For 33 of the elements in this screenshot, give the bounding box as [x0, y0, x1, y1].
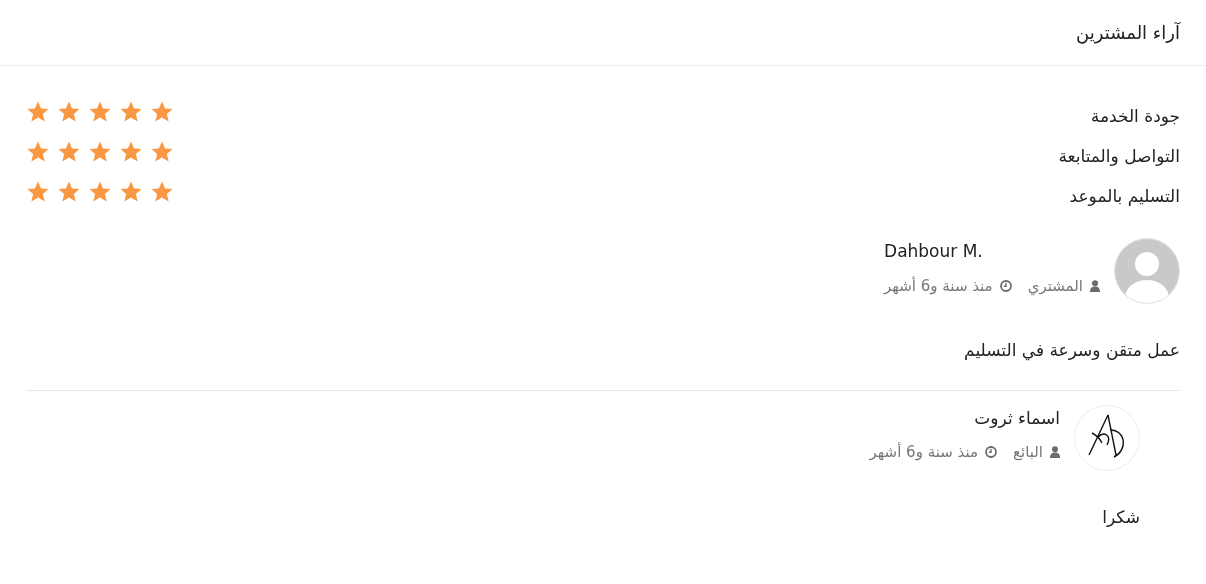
- star-icon: [150, 100, 174, 124]
- star-icon: [57, 180, 81, 204]
- review-time: منذ سنة و6 أشهر: [884, 275, 993, 297]
- star-icon: [88, 180, 112, 204]
- user-icon: [1050, 446, 1060, 459]
- rating-label: جودة الخدمة: [1090, 105, 1180, 129]
- star-icon: [88, 100, 112, 124]
- star-icon: [119, 180, 143, 204]
- rating-label: التسليم بالموعد: [1069, 185, 1180, 209]
- star-icon: [88, 140, 112, 164]
- review-time: منذ سنة و6 أشهر: [869, 441, 978, 463]
- star-icon: [57, 100, 81, 124]
- star-icon: [150, 140, 174, 164]
- star-icon: [26, 180, 50, 204]
- reviewer-role: المشتري: [1027, 275, 1083, 297]
- section-title: آراء المشترين: [1076, 21, 1180, 46]
- star-icon: [57, 140, 81, 164]
- review-comment: عمل متقن وسرعة في التسليم: [963, 339, 1180, 363]
- clock-icon: [999, 279, 1012, 292]
- star-icon: [119, 140, 143, 164]
- monogram-avatar: [1074, 404, 1140, 471]
- reviewer-name[interactable]: Dahbour M.: [884, 239, 1100, 265]
- clock-icon: [985, 446, 997, 459]
- review-comment: شكرا: [1101, 505, 1141, 529]
- star-icon: [26, 100, 50, 124]
- star-icon: [119, 100, 143, 124]
- reviewer-name[interactable]: اسماء ثروت: [869, 405, 1060, 431]
- avatar: [1114, 238, 1180, 304]
- rating-label: التواصل والمتابعة: [1058, 145, 1180, 169]
- reviewer-role: البائع: [1013, 442, 1043, 463]
- star-icon: [150, 180, 174, 204]
- user-icon: [1090, 279, 1100, 292]
- star-icon: [26, 140, 50, 164]
